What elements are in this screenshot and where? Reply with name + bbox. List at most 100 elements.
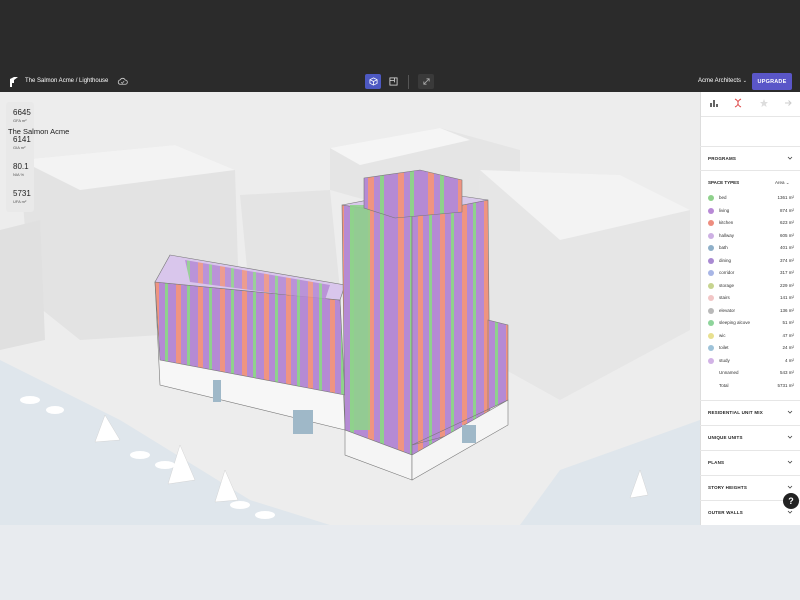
color-swatch: [708, 345, 714, 351]
color-swatch: [708, 257, 714, 264]
space-type-area: 5731 m²: [777, 382, 794, 388]
space-type-area: 1361 m²: [777, 195, 794, 200]
color-swatch: [708, 295, 714, 301]
color-swatch: [708, 195, 714, 201]
metric-value: 5731: [13, 189, 31, 198]
cloud-sync-icon[interactable]: [117, 76, 128, 87]
space-type-area: 874 m²: [779, 207, 794, 213]
breadcrumb[interactable]: The Salmon Acme / Lighthouse: [25, 78, 108, 84]
color-swatch: [708, 282, 714, 289]
section-plans[interactable]: PLANS: [700, 450, 800, 474]
section-programs[interactable]: PROGRAMS: [700, 146, 800, 170]
space-type-name: bath: [719, 245, 728, 250]
space-type-row[interactable]: living 874 m²: [708, 206, 794, 217]
space-type-row[interactable]: Total 5731 m²: [708, 381, 794, 392]
space-type-name: wic: [719, 332, 726, 338]
space-type-name: living: [719, 207, 730, 213]
building-model[interactable]: [0, 92, 700, 525]
space-type-area: 605 m²: [779, 232, 794, 238]
area-dropdown-value: Area: [775, 180, 785, 185]
space-type-row[interactable]: hallway 605 m²: [708, 231, 794, 242]
area-dropdown[interactable]: Area ⌄: [775, 180, 790, 186]
expand-icon: [422, 78, 430, 85]
chevron-down-icon: [787, 510, 793, 514]
bar-chart-icon[interactable]: [709, 98, 719, 108]
space-type-name: stairs: [719, 295, 730, 300]
space-type-name: toilet: [719, 345, 729, 350]
app-logo-icon[interactable]: [9, 76, 19, 88]
space-type-area: 136 m²: [779, 307, 794, 313]
space-type-name: kitchen: [719, 220, 734, 225]
chevron-down-icon: ⌄: [742, 78, 747, 84]
project-title: The Salmon Acme: [8, 127, 70, 136]
color-swatch: [708, 332, 714, 339]
plan-view-button[interactable]: [385, 74, 401, 89]
space-type-row[interactable]: kitchen 623 m²: [708, 218, 794, 229]
metric-label: UFA m²: [13, 199, 27, 204]
help-button[interactable]: ?: [783, 493, 799, 509]
chevron-down-icon: [787, 156, 793, 160]
space-type-area: 4 m²: [785, 357, 794, 363]
space-type-area: 543 m²: [779, 370, 794, 375]
space-type-row[interactable]: elevator 136 m²: [708, 306, 794, 317]
space-type-name: Unnamed: [719, 370, 739, 375]
section-unique-units[interactable]: UNIQUE UNITS: [700, 425, 800, 449]
3d-view-button[interactable]: [365, 74, 381, 89]
color-swatch: [708, 220, 714, 226]
metric-label: GIA m²: [13, 145, 26, 150]
space-type-name: storage: [719, 282, 735, 288]
section-residential-unit-mix[interactable]: RESIDENTIAL UNIT MIX: [700, 400, 800, 424]
org-switcher[interactable]: Acme Architects ⌄: [698, 78, 747, 84]
space-type-row[interactable]: stairs 141 m²: [708, 293, 794, 304]
space-type-area: 623 m²: [779, 220, 794, 225]
space-type-row[interactable]: bed 1361 m²: [708, 193, 794, 204]
arrow-right-icon[interactable]: [783, 98, 793, 108]
space-type-area: 229 m²: [779, 282, 794, 288]
space-type-row[interactable]: wic 47 m²: [708, 331, 794, 342]
toolbar-divider: [408, 75, 409, 89]
metric-gia: 6141 GIA m²: [13, 135, 31, 150]
space-type-row[interactable]: sleeping alcove 51 m²: [708, 318, 794, 329]
star-icon[interactable]: [759, 98, 769, 108]
space-type-name: corridor: [719, 270, 735, 275]
space-type-name: dining: [719, 257, 732, 263]
color-swatch: [708, 270, 714, 276]
chevron-down-icon: [787, 460, 793, 464]
space-type-row[interactable]: storage 229 m²: [708, 281, 794, 292]
metric-label: GFA m²: [13, 118, 27, 123]
space-type-row[interactable]: Unnamed 543 m²: [708, 368, 794, 379]
color-swatch: [708, 320, 714, 326]
section-label: PROGRAMS: [708, 156, 737, 161]
space-type-name: elevator: [719, 307, 736, 313]
floorplan-icon: [388, 77, 398, 86]
space-type-row[interactable]: corridor 317 m²: [708, 268, 794, 279]
chevron-down-icon: ⌄: [785, 180, 790, 185]
metric-value: 6645: [13, 108, 31, 117]
chevron-down-icon: [787, 485, 793, 489]
3d-viewport[interactable]: [0, 92, 700, 525]
space-type-row[interactable]: dining 374 m²: [708, 256, 794, 267]
space-type-row[interactable]: study 4 m²: [708, 356, 794, 367]
space-type-name: Total: [719, 382, 729, 388]
space-type-area: 401 m²: [779, 245, 794, 250]
space-type-row[interactable]: toilet 24 m²: [708, 343, 794, 354]
metric-nia: 80.1 NIA %: [13, 162, 29, 177]
panel-tabs: [701, 92, 800, 117]
space-type-area: 24 m²: [782, 345, 794, 350]
space-type-row[interactable]: bath 401 m²: [708, 243, 794, 254]
space-types-header[interactable]: SPACE TYPES: [708, 180, 739, 185]
top-bar: The Salmon Acme / Lighthouse Acme Archit…: [0, 72, 800, 92]
space-type-area: 141 m²: [779, 295, 794, 300]
space-type-area: 47 m²: [782, 332, 794, 338]
cube-icon: [368, 77, 378, 86]
dna-icon[interactable]: [733, 98, 743, 108]
section-label: PLANS: [708, 460, 725, 465]
space-type-area: 374 m²: [779, 257, 794, 263]
fullscreen-button[interactable]: [418, 74, 434, 89]
section-label: UNIQUE UNITS: [708, 435, 743, 440]
space-type-area: 51 m²: [782, 320, 794, 325]
color-swatch: [708, 245, 714, 251]
metric-value: 6141: [13, 135, 31, 144]
section-label: STORY HEIGHTS: [708, 485, 748, 490]
upgrade-button[interactable]: UPGRADE: [752, 73, 792, 90]
